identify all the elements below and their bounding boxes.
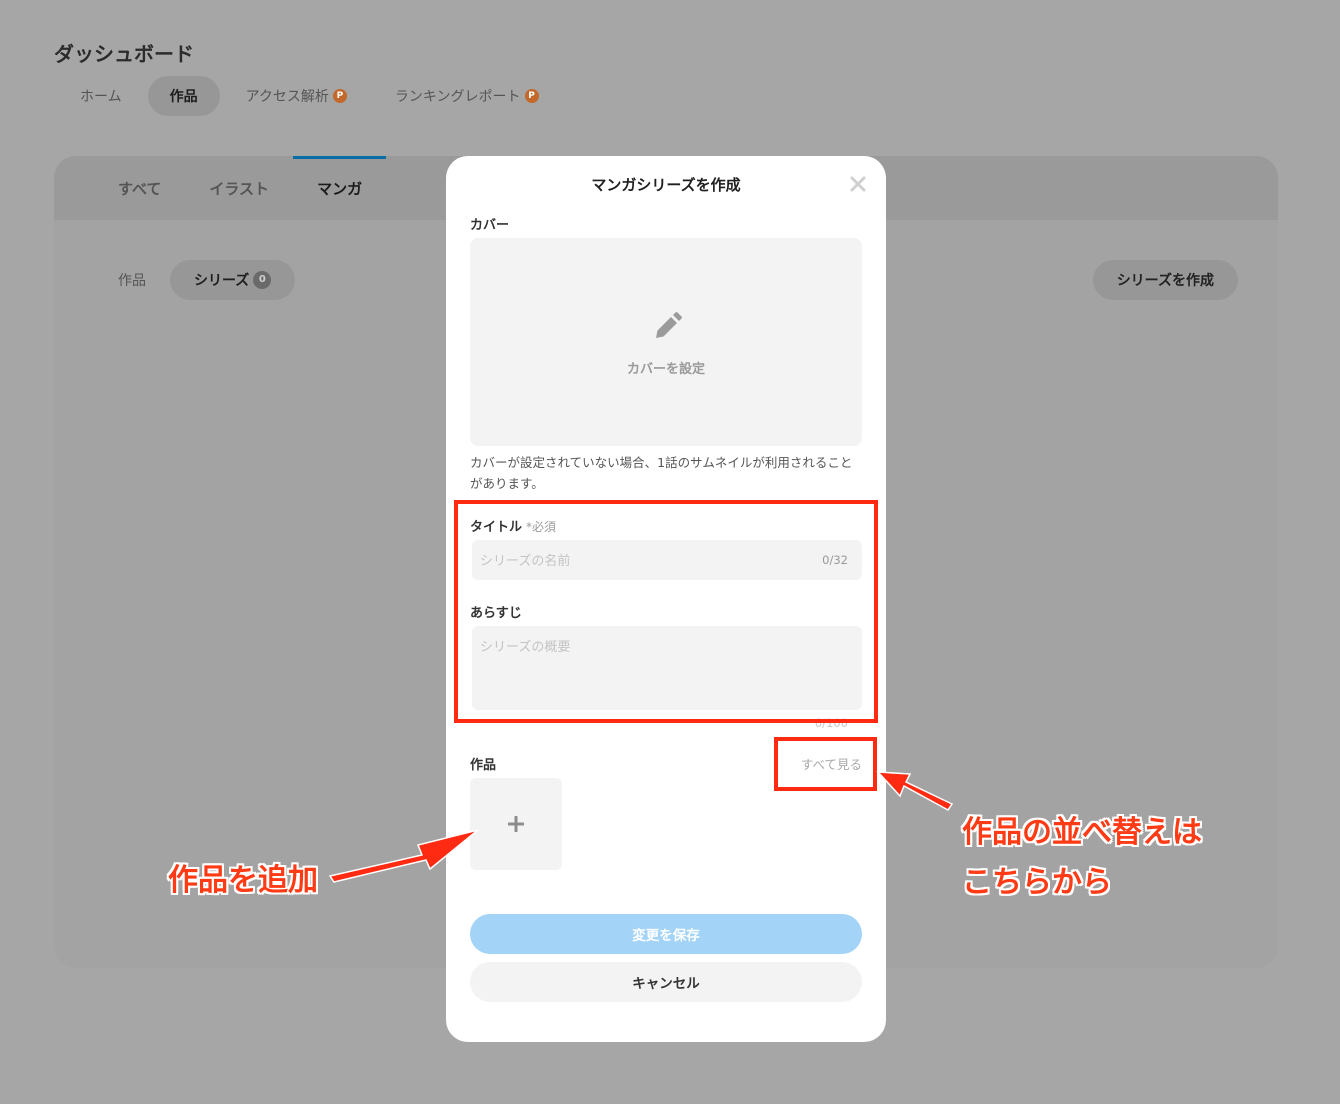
- annotation-reorder-line2: こちらから: [962, 865, 1112, 900]
- arrow-add-work: [328, 829, 479, 883]
- annotation-reorder-line1: 作品の並べ替えは: [962, 815, 1202, 850]
- annotation-arrows: [328, 771, 954, 883]
- arrow-see-all: [876, 771, 954, 811]
- annotation-add-work: 作品を追加: [168, 863, 318, 898]
